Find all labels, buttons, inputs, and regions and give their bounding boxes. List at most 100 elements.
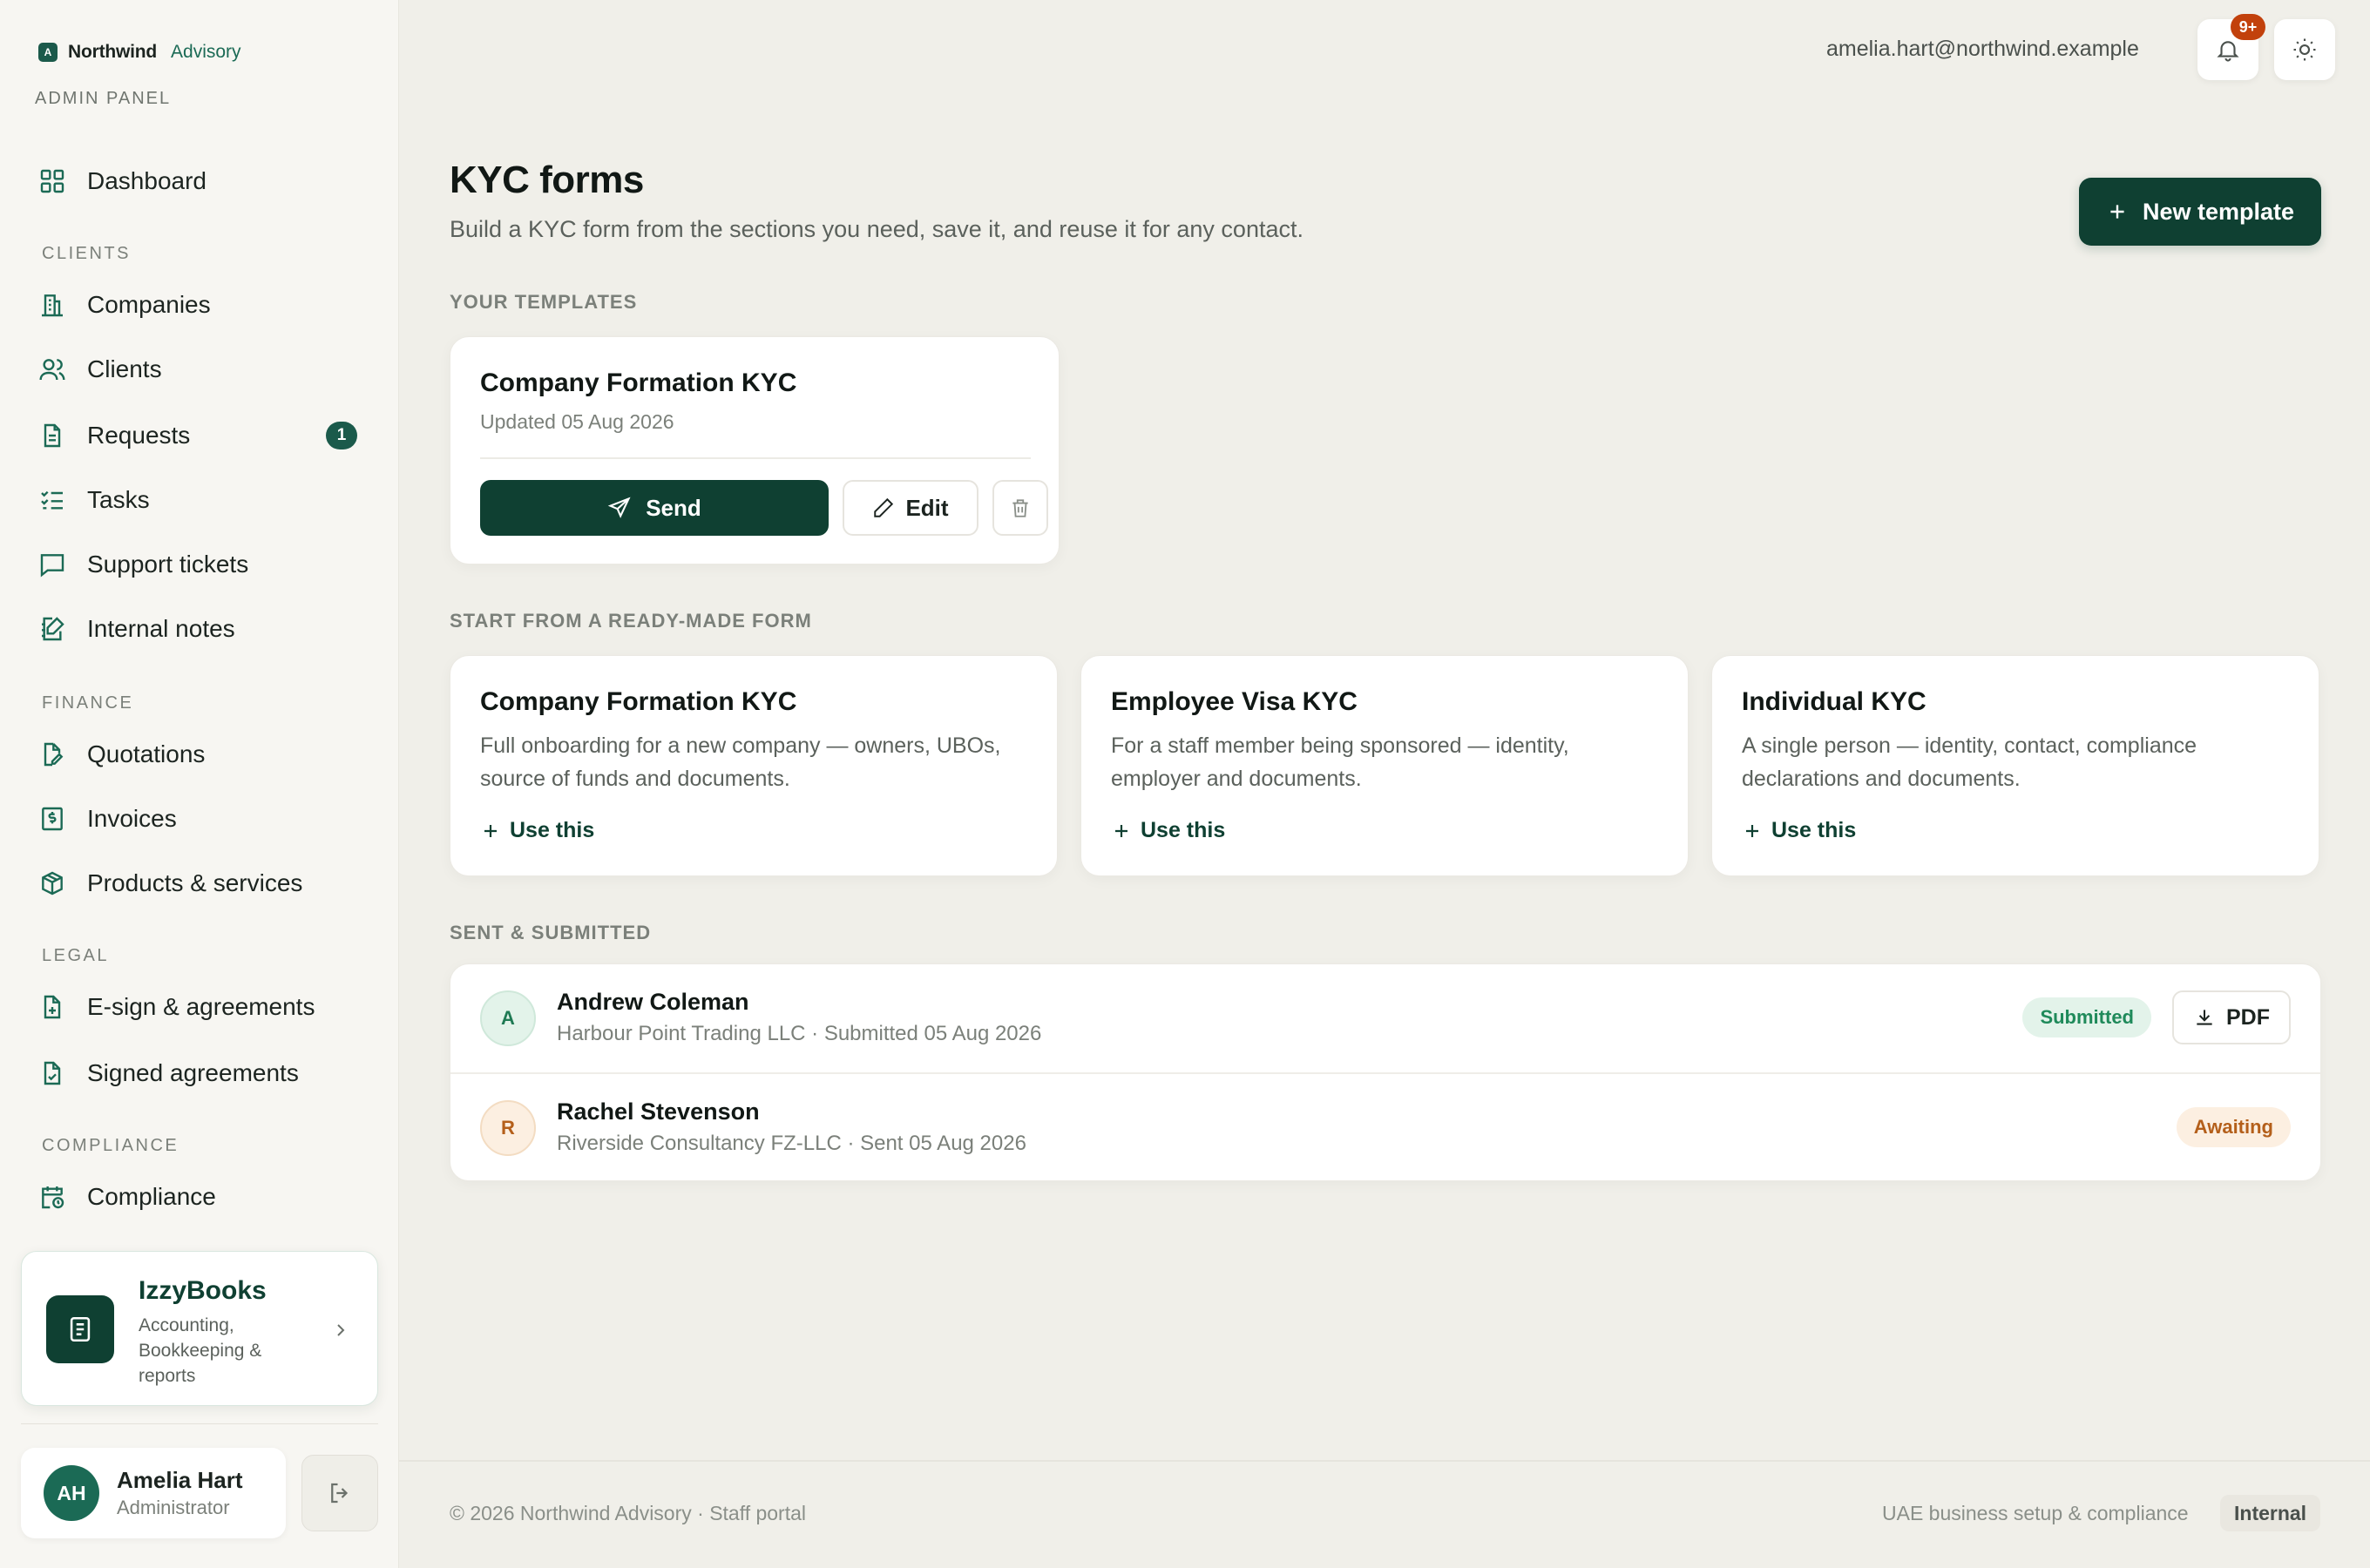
sidebar-item-label: Clients [87, 355, 162, 382]
avatar: A [480, 990, 536, 1046]
user-role: Administrator [117, 1497, 230, 1518]
plus-icon [1115, 824, 1127, 837]
invoice-icon [42, 807, 63, 831]
template-divider [480, 457, 1031, 459]
sidebar-item-label: Invoices [87, 805, 177, 832]
ready-made-description: A single person — identity, contact, com… [1742, 733, 2197, 791]
sidebar-item-label: Signed agreements [87, 1059, 299, 1086]
sidebar-item-quotations[interactable]: Quotations [38, 730, 369, 779]
use-this-label: Use this [510, 818, 595, 842]
sidebar-item-products-services[interactable]: Products & services [38, 859, 369, 908]
template-updated: Updated 05 Aug 2026 [480, 410, 674, 433]
footer-internal-tag: Internal [2220, 1495, 2321, 1531]
new-template-button[interactable]: New template [2079, 178, 2321, 246]
use-this-button[interactable]: Use this [1742, 818, 1856, 843]
status-badge: Awaiting [2176, 1107, 2291, 1147]
sidebar-item-companies[interactable]: Companies [38, 280, 369, 329]
use-this-button[interactable]: Use this [1111, 818, 1225, 843]
footer-tagline: UAE business setup & compliance [1882, 1502, 2189, 1524]
contact-name: Rachel Stevenson [557, 1098, 760, 1125]
sidebar-section-clients: CLIENTS [42, 244, 131, 263]
user-profile-card[interactable]: AH Amelia Hart Administrator [21, 1448, 286, 1538]
notification-count-badge: 9+ [2231, 14, 2265, 40]
table-row[interactable]: R Rachel Stevenson Riverside Consultancy… [450, 1072, 2320, 1180]
plus-icon [2110, 205, 2124, 219]
building-icon [42, 294, 63, 317]
bell-icon [2217, 41, 2239, 62]
template-card: Company Formation KYC Updated 05 Aug 202… [450, 336, 1060, 564]
message-icon [40, 554, 64, 578]
sidebar-item-signed-agreements[interactable]: Signed agreements [38, 1049, 369, 1098]
new-template-label: New template [2142, 198, 2295, 225]
send-button[interactable]: Send [480, 480, 829, 536]
sidebar-item-clients[interactable]: Clients [38, 345, 369, 394]
sidebar-item-esign[interactable]: E-sign & agreements [38, 983, 369, 1031]
sidebar-item-label: Dashboard [87, 167, 207, 194]
section-label-ready-made: START FROM A READY-MADE FORM [450, 610, 812, 632]
download-pdf-button[interactable]: PDF [2172, 990, 2291, 1044]
download-icon [2197, 1010, 2212, 1025]
book-icon [46, 1295, 114, 1363]
ready-made-card: Company Formation KYC Full onboarding fo… [450, 655, 1058, 876]
brand-name: Northwind [68, 42, 158, 62]
sidebar-item-compliance[interactable]: Compliance [38, 1173, 369, 1221]
sidebar-item-invoices[interactable]: Invoices [38, 794, 369, 843]
sidebar-item-label: Tasks [87, 486, 150, 513]
ready-made-description: Full onboarding for a new company — owne… [480, 733, 1001, 791]
edit-label: Edit [905, 494, 949, 521]
pencil-icon [874, 497, 894, 517]
ready-made-card: Employee Visa KYC For a staff member bei… [1080, 655, 1689, 876]
sidebar-section-finance: FINANCE [42, 693, 134, 713]
plus-icon [1746, 824, 1758, 837]
pdf-label: PDF [2226, 1004, 2270, 1030]
sidebar-item-requests[interactable]: Requests 1 [38, 411, 369, 460]
contact-meta: Harbour Point Trading LLC · Submitted 05… [557, 1022, 1042, 1045]
trash-icon [1012, 499, 1028, 517]
brand-logo-icon: A [38, 43, 58, 62]
use-this-button[interactable]: Use this [480, 818, 594, 843]
edit-button[interactable]: Edit [843, 480, 978, 536]
send-icon [607, 497, 631, 518]
template-title: Company Formation KYC [480, 368, 797, 397]
use-this-label: Use this [1771, 818, 1857, 842]
send-label: Send [646, 494, 701, 521]
notifications-button[interactable]: 9+ [2197, 14, 2265, 80]
promo-description: Accounting, Bookkeeping & reports [139, 1315, 262, 1386]
sun-icon [2293, 38, 2316, 61]
calendar-clock-icon [42, 1186, 64, 1209]
sidebar-item-internal-notes[interactable]: Internal notes [38, 605, 369, 653]
theme-toggle-button[interactable] [2274, 19, 2335, 80]
sidebar-item-support-tickets[interactable]: Support tickets [38, 540, 369, 589]
footer-divider [399, 1460, 2370, 1462]
panel-label: ADMIN PANEL [35, 89, 172, 108]
file-plus-icon [44, 995, 61, 1019]
logout-button[interactable] [301, 1455, 378, 1531]
izzybooks-promo-card[interactable]: IzzyBooks Accounting, Bookkeeping & repo… [21, 1251, 378, 1406]
sidebar: A Northwind Advisory ADMIN PANEL Dashboa… [0, 0, 399, 1568]
use-this-label: Use this [1141, 818, 1226, 842]
dashboard-grid-icon [40, 169, 64, 193]
ready-made-description: For a staff member being sponsored — ide… [1111, 733, 1569, 791]
delete-button[interactable] [992, 480, 1048, 536]
sidebar-item-tasks[interactable]: Tasks [38, 476, 369, 524]
promo-title: IzzyBooks [139, 1276, 267, 1305]
table-row[interactable]: A Andrew Coleman Harbour Point Trading L… [450, 964, 2320, 1072]
brand[interactable]: A Northwind Advisory [38, 42, 241, 63]
footer-copyright: © 2026 Northwind Advisory · Staff portal [450, 1502, 807, 1524]
sidebar-item-label: E-sign & agreements [87, 993, 315, 1020]
document-icon [44, 423, 61, 448]
page-title: KYC forms [450, 159, 644, 201]
sidebar-item-label: Internal notes [87, 615, 235, 642]
sidebar-item-label: Compliance [87, 1183, 216, 1210]
sidebar-divider [21, 1423, 378, 1424]
users-icon [39, 359, 65, 381]
sidebar-item-dashboard[interactable]: Dashboard [38, 157, 369, 206]
ready-made-title: Company Formation KYC [480, 687, 797, 716]
sidebar-item-label: Support tickets [87, 551, 249, 578]
avatar: R [480, 1100, 536, 1156]
current-user-email: amelia.hart@northwind.example [1826, 37, 2139, 61]
contact-meta: Riverside Consultancy FZ-LLC · Sent 05 A… [557, 1132, 1026, 1155]
avatar: AH [44, 1465, 99, 1521]
sidebar-section-compliance: COMPLIANCE [42, 1136, 179, 1155]
sidebar-item-label: Requests [87, 422, 191, 449]
